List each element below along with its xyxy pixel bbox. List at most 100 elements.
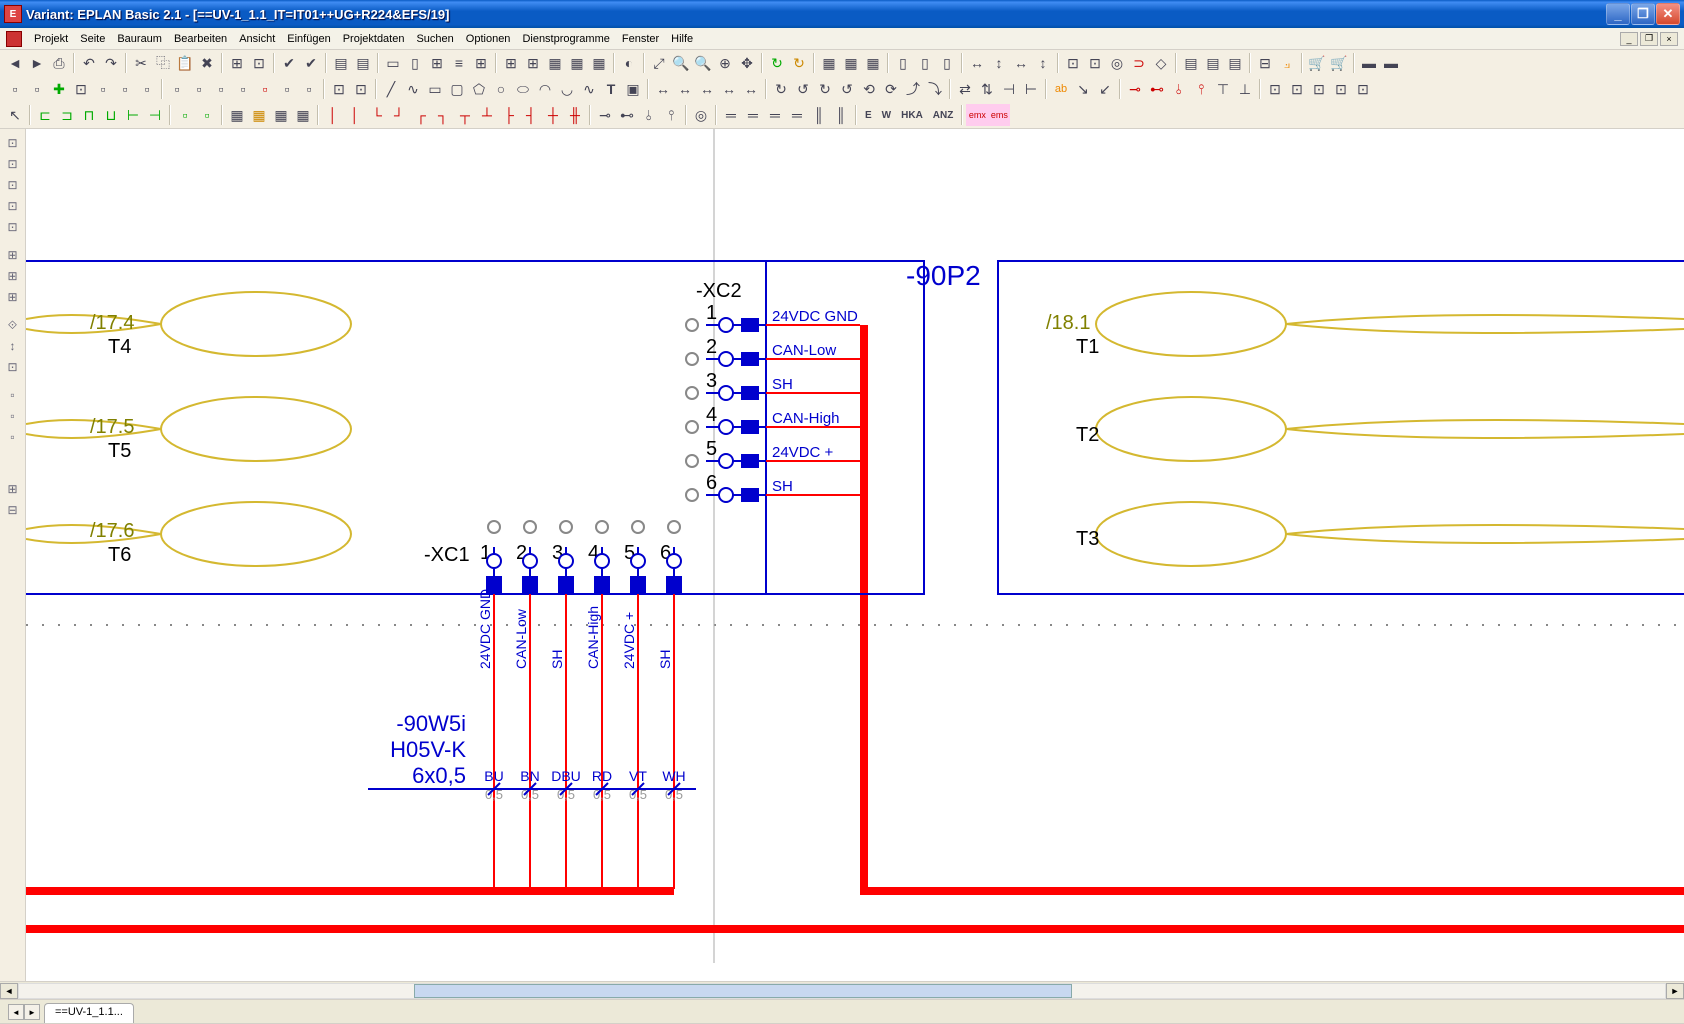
- tool-target-icon[interactable]: ◎: [690, 104, 712, 126]
- tool-w-label[interactable]: W: [877, 104, 896, 126]
- tool-check-icon[interactable]: ✔: [278, 52, 300, 74]
- menu-hilfe[interactable]: Hilfe: [665, 31, 699, 47]
- tool-rect-icon[interactable]: ▯: [404, 52, 426, 74]
- tool-mirror2-icon[interactable]: ⇅: [976, 78, 998, 100]
- tool-grid-icon[interactable]: ⊞: [426, 52, 448, 74]
- tool-ref2-icon[interactable]: ⊡: [248, 52, 270, 74]
- side-13[interactable]: ▫: [2, 406, 24, 426]
- tool-r2-6[interactable]: ▫: [114, 78, 136, 100]
- tool-text-icon[interactable]: T: [600, 78, 622, 100]
- tool-sym2-icon[interactable]: ⊡: [1286, 78, 1308, 100]
- tool-r2-1[interactable]: ▫: [4, 78, 26, 100]
- tool-next-icon[interactable]: ►: [26, 52, 48, 74]
- side-15[interactable]: ⊞: [2, 479, 24, 499]
- tool-rrect-icon[interactable]: ▢: [446, 78, 468, 100]
- tool-mirror-icon[interactable]: ⇄: [954, 78, 976, 100]
- tool-h5[interactable]: ║: [808, 104, 830, 126]
- tool-dim2-icon[interactable]: ↕: [988, 52, 1010, 74]
- tool-hka-label[interactable]: HKA: [896, 104, 928, 126]
- tool-term3[interactable]: ⫰: [638, 104, 660, 126]
- tool-sym3-icon[interactable]: ⊡: [1308, 78, 1330, 100]
- tool-c3[interactable]: ⊓: [78, 104, 100, 126]
- tool-c4[interactable]: ⊔: [100, 104, 122, 126]
- side-11[interactable]: ⊡: [2, 357, 24, 377]
- side-7[interactable]: ⊞: [2, 266, 24, 286]
- tool-pal-icon[interactable]: ▦: [544, 52, 566, 74]
- tab-prev-button[interactable]: ◄: [8, 1004, 24, 1020]
- tool-arrow-icon[interactable]: ↘: [1072, 78, 1094, 100]
- tool-abc-icon[interactable]: ab: [1050, 78, 1072, 100]
- menu-seite[interactable]: Seite: [74, 31, 111, 47]
- tool-r2-4[interactable]: ⊡: [70, 78, 92, 100]
- tool-sync-icon[interactable]: ↻: [788, 52, 810, 74]
- tool-stat-icon[interactable]: ▤: [1180, 52, 1202, 74]
- tool-d2-icon[interactable]: ↔: [674, 78, 696, 100]
- mdi-close-button[interactable]: ×: [1660, 32, 1678, 46]
- tool-dim3-icon[interactable]: ↔: [1010, 52, 1032, 74]
- tool-wire-ll[interactable]: ┘: [388, 104, 410, 126]
- menu-fenster[interactable]: Fenster: [616, 31, 665, 47]
- tool-zoomout-icon[interactable]: 🔍: [692, 52, 714, 74]
- document-tab[interactable]: ==UV-1_1.1...: [44, 1003, 134, 1023]
- side-1[interactable]: ⊡: [2, 133, 24, 153]
- tool-sym5-icon[interactable]: ⊡: [1352, 78, 1374, 100]
- tool-table-icon[interactable]: ⊞: [470, 52, 492, 74]
- tool-rot7-icon[interactable]: ⤴: [902, 78, 924, 100]
- tool-wire-tl[interactable]: ├: [498, 104, 520, 126]
- tool-props-icon[interactable]: ▤: [330, 52, 352, 74]
- tab-next-button[interactable]: ►: [24, 1004, 40, 1020]
- tool-refresh-icon[interactable]: ↻: [766, 52, 788, 74]
- tool-r2-3[interactable]: ✚: [48, 78, 70, 100]
- tool-pal2-icon[interactable]: ▦: [566, 52, 588, 74]
- tool-bar1-icon[interactable]: ▬: [1358, 52, 1380, 74]
- tool-term4[interactable]: ⫯: [660, 104, 682, 126]
- tool-grp4[interactable]: ▦: [292, 104, 314, 126]
- tool-cart2-icon[interactable]: 🛒: [1328, 52, 1350, 74]
- tool-copy-icon[interactable]: ⿻: [152, 52, 174, 74]
- tool-win2-icon[interactable]: ▦: [840, 52, 862, 74]
- side-12[interactable]: ▫: [2, 385, 24, 405]
- side-16[interactable]: ⊟: [2, 500, 24, 520]
- tool-h3[interactable]: ═: [764, 104, 786, 126]
- tool-toggle-icon[interactable]: ◐: [618, 52, 640, 74]
- side-5[interactable]: ⊡: [2, 217, 24, 237]
- menu-optionen[interactable]: Optionen: [460, 31, 517, 47]
- tool-win3-icon[interactable]: ▦: [862, 52, 884, 74]
- side-9[interactable]: ⟐: [2, 315, 24, 335]
- tool-ref-icon[interactable]: ⊞: [226, 52, 248, 74]
- menu-einfuegen[interactable]: Einfügen: [281, 31, 336, 47]
- tool-snap3-icon[interactable]: ◎: [1106, 52, 1128, 74]
- menu-ansicht[interactable]: Ansicht: [233, 31, 281, 47]
- tool-page-icon[interactable]: ▭: [382, 52, 404, 74]
- menu-suchen[interactable]: Suchen: [410, 31, 459, 47]
- tool-redo-icon[interactable]: ↷: [100, 52, 122, 74]
- tool-h2[interactable]: ═: [742, 104, 764, 126]
- tool-zoomfit-icon[interactable]: ⤢: [648, 52, 670, 74]
- tool-circle-icon[interactable]: ○: [490, 78, 512, 100]
- tool-r2-8[interactable]: ▫: [166, 78, 188, 100]
- tool-rot5-icon[interactable]: ⟲: [858, 78, 880, 100]
- tool-rot6-icon[interactable]: ⟳: [880, 78, 902, 100]
- tool-h6[interactable]: ║: [830, 104, 852, 126]
- tool-wire-tr[interactable]: ┤: [520, 104, 542, 126]
- tool-wire-ur[interactable]: ┌: [410, 104, 432, 126]
- tool-rot3-icon[interactable]: ↻: [814, 78, 836, 100]
- tool-d3-icon[interactable]: ↔: [696, 78, 718, 100]
- tool-magnet-icon[interactable]: ⊃: [1128, 52, 1150, 74]
- tool-c8[interactable]: ▫: [196, 104, 218, 126]
- tool-r2-5[interactable]: ▫: [92, 78, 114, 100]
- tool-con4-icon[interactable]: ⫯: [1190, 78, 1212, 100]
- tool-c2[interactable]: ⊐: [56, 104, 78, 126]
- tool-trim-icon[interactable]: ⊢: [1020, 78, 1042, 100]
- tool-term1[interactable]: ⊸: [594, 104, 616, 126]
- tool-h4[interactable]: ═: [786, 104, 808, 126]
- tool-paste-icon[interactable]: 📋: [174, 52, 196, 74]
- tool-anz-label[interactable]: ANZ: [928, 104, 959, 126]
- tool-bar2-icon[interactable]: ▬: [1380, 52, 1402, 74]
- scroll-left-button[interactable]: ◄: [0, 983, 18, 999]
- tool-snap4-icon[interactable]: ◇: [1150, 52, 1172, 74]
- tool-doc1-icon[interactable]: ▯: [892, 52, 914, 74]
- tool-c5[interactable]: ⊢: [122, 104, 144, 126]
- tool-doc3-icon[interactable]: ▯: [936, 52, 958, 74]
- tool-snap2-icon[interactable]: ⊡: [1084, 52, 1106, 74]
